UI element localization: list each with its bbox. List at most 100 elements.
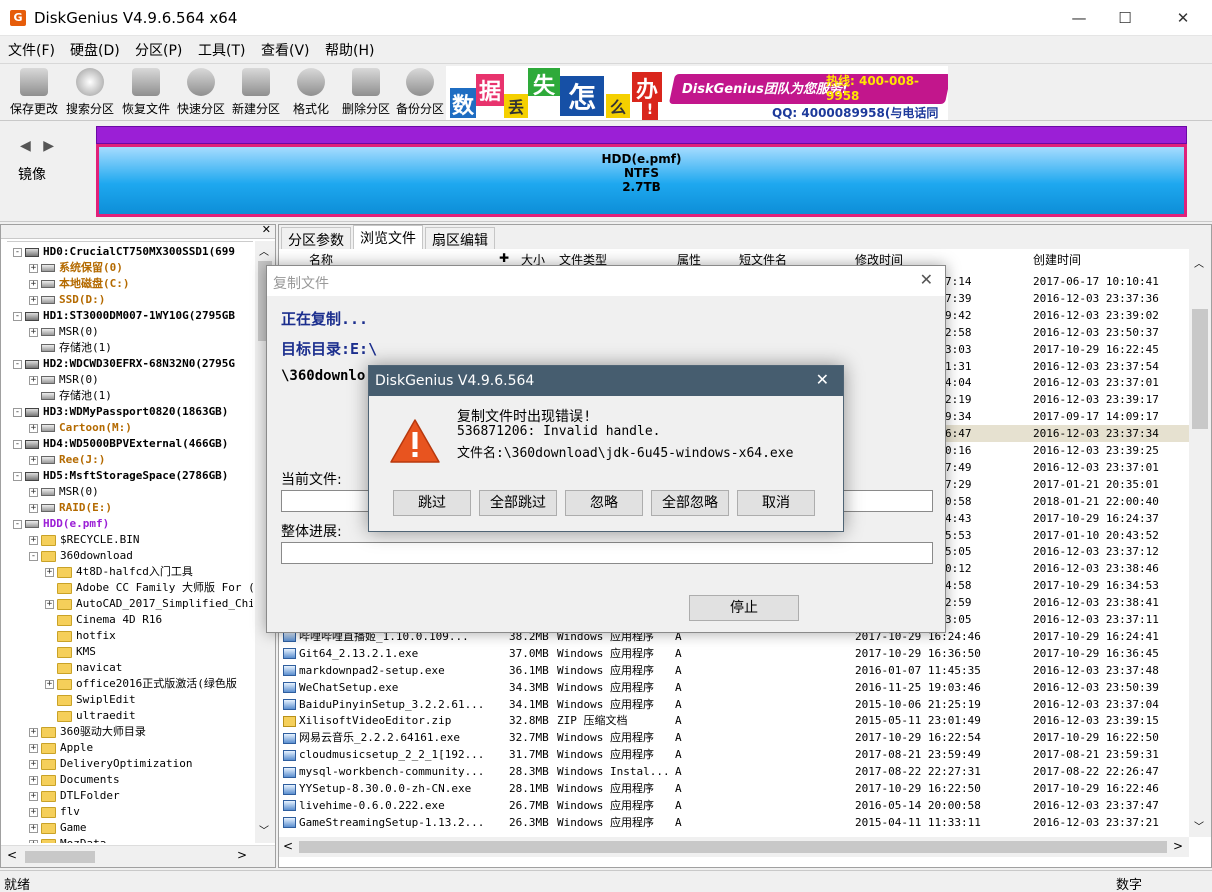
tree-item[interactable]: - 360download: [29, 548, 133, 564]
format-button[interactable]: 格式化: [283, 66, 339, 118]
menu-view[interactable]: 查看(V): [261, 40, 310, 60]
tree-item[interactable]: + AutoCAD_2017_Simplified_Chir: [45, 596, 253, 612]
skip-button[interactable]: 跳过: [393, 490, 471, 516]
partition-block[interactable]: HDD(e.pmf) NTFS 2.7TB: [96, 144, 1187, 217]
file-row[interactable]: BaiduPinyinSetup_3.2.2.61... 34.1MB Window…: [279, 696, 1189, 713]
menu-tools[interactable]: 工具(T): [198, 40, 245, 60]
menu-file[interactable]: 文件(F): [8, 40, 55, 60]
save-changes-button[interactable]: 保存更改: [6, 66, 62, 118]
tree-horizontal-scrollbar[interactable]: < >: [1, 845, 275, 867]
quick-partition-button[interactable]: 快速分区: [173, 66, 229, 118]
chevron-left-icon[interactable]: <: [283, 839, 293, 853]
tree-item[interactable]: + 系统保留(0): [29, 260, 123, 276]
collapse-icon[interactable]: -: [29, 551, 38, 561]
expand-icon[interactable]: +: [45, 567, 54, 577]
expand-icon[interactable]: +: [29, 279, 38, 289]
file-list-scroll-thumb[interactable]: [1192, 309, 1208, 429]
tree-item[interactable]: + office2016正式版激活(绿色版: [45, 676, 237, 692]
tree-item[interactable]: + MSR(0): [29, 484, 99, 500]
tree-item[interactable]: - HD3:WDMyPassport0820(1863GB): [13, 404, 228, 420]
tab-sector-editor[interactable]: 扇区编辑: [425, 227, 495, 249]
file-row[interactable]: WeChatSetup.exe 34.3MB Windows 应用程序 A 2016-1…: [279, 679, 1189, 696]
new-partition-button[interactable]: 新建分区: [228, 66, 284, 118]
minimize-button[interactable]: —: [1056, 0, 1102, 36]
chevron-right-icon[interactable]: >: [237, 848, 247, 862]
column-created[interactable]: 创建时间: [1033, 251, 1081, 269]
maximize-button[interactable]: ☐: [1102, 0, 1148, 36]
file-row[interactable]: mysql-workbench-community... 28.3MB Window…: [279, 763, 1189, 780]
chevron-up-icon[interactable]: ︿: [259, 243, 269, 258]
file-list-hscroll-thumb[interactable]: [299, 841, 1167, 853]
menu-disk[interactable]: 硬盘(D): [70, 40, 120, 60]
chevron-up-icon[interactable]: ︿: [1194, 255, 1204, 270]
advertisement-banner[interactable]: 数 据 丢 失 怎 么 办 ! DiskGenius团队为您服务! 热线: 40…: [446, 66, 948, 120]
tree-item[interactable]: + SSD(D:): [29, 292, 105, 308]
tree-item[interactable]: +4t8D-halfcd入门工具: [45, 564, 193, 580]
close-window-button[interactable]: ✕: [1160, 0, 1206, 36]
expand-icon[interactable]: +: [29, 327, 38, 337]
tree-item[interactable]: + MSR(0): [29, 372, 99, 388]
tree-item[interactable]: + flv: [29, 804, 80, 820]
expand-icon[interactable]: +: [29, 743, 38, 753]
expand-icon[interactable]: +: [29, 839, 38, 843]
tree-item[interactable]: + DeliveryOptimization: [29, 756, 192, 772]
expand-icon[interactable]: +: [45, 679, 54, 689]
tree-item[interactable]: 存储池(1): [29, 340, 112, 356]
expand-icon[interactable]: +: [29, 503, 38, 513]
tree-item[interactable]: - HD4:WD5000BPVExternal(466GB): [13, 436, 228, 452]
stop-button[interactable]: 停止: [689, 595, 799, 621]
collapse-icon[interactable]: -: [13, 407, 22, 417]
collapse-icon[interactable]: -: [13, 471, 22, 481]
file-list-horizontal-scrollbar[interactable]: < >: [279, 837, 1189, 857]
tree-item[interactable]: SwiplEdit: [45, 692, 136, 708]
tree-item[interactable]: + Cartoon(M:): [29, 420, 132, 436]
expand-icon[interactable]: +: [29, 487, 38, 497]
file-row[interactable]: markdownpad2-setup.exe 36.1MB Windows 应用程序…: [279, 662, 1189, 679]
expand-icon[interactable]: +: [29, 263, 38, 273]
tree-item[interactable]: + $RECYCLE.BIN: [29, 532, 139, 548]
recover-files-button[interactable]: 恢复文件: [118, 66, 174, 118]
expand-icon[interactable]: +: [29, 423, 38, 433]
tab-partition-params[interactable]: 分区参数: [281, 227, 351, 249]
file-list-vertical-scrollbar[interactable]: ︿ ﹀: [1189, 249, 1211, 837]
tree-item[interactable]: + MozData: [29, 836, 106, 843]
file-row[interactable]: Git64_2.13.2.1.exe 37.0MB Windows 应用程序 A 201…: [279, 645, 1189, 662]
collapse-icon[interactable]: -: [13, 359, 22, 369]
tree-item[interactable]: + Documents: [29, 772, 120, 788]
expand-icon[interactable]: +: [29, 791, 38, 801]
expand-icon[interactable]: +: [29, 775, 38, 785]
tree-item[interactable]: - HD5:MsftStorageSpace(2786GB): [13, 468, 228, 484]
expand-icon[interactable]: +: [29, 455, 38, 465]
tree-item[interactable]: 存储池(1): [29, 388, 112, 404]
expand-icon[interactable]: +: [29, 759, 38, 769]
collapse-icon[interactable]: -: [13, 519, 22, 529]
tree-item[interactable]: + Apple: [29, 740, 93, 756]
expand-icon[interactable]: +: [29, 823, 38, 833]
chevron-left-icon[interactable]: <: [7, 848, 17, 862]
disk-nav-arrows[interactable]: ◀ ▶: [20, 138, 58, 154]
tree-item[interactable]: + 本地磁盘(C:): [29, 276, 130, 292]
tree-item[interactable]: - HD0:CrucialCT750MX300SSD1(699: [13, 244, 235, 260]
expand-icon[interactable]: +: [45, 599, 54, 609]
file-row[interactable]: livehime-0.6.0.222.exe 26.7MB Windows 应用程序…: [279, 797, 1189, 814]
file-row[interactable]: 网易云音乐_2.2.2.64161.exe 32.7MB Windows 应用程序 A…: [279, 729, 1189, 746]
file-row[interactable]: XilisoftVideoEditor.zip 32.8MB ZIP 压缩文档 A 20…: [279, 712, 1189, 729]
tree-item[interactable]: + Game: [29, 820, 87, 836]
file-row[interactable]: cloudmusicsetup_2_2_1[192... 31.7MB Window…: [279, 746, 1189, 763]
chevron-down-icon[interactable]: ﹀: [1194, 818, 1204, 833]
tree-item[interactable]: +360驱动大师目录: [29, 724, 146, 740]
tree-item[interactable]: navicat: [45, 660, 122, 676]
expand-icon[interactable]: +: [29, 375, 38, 385]
chevron-right-icon[interactable]: >: [1173, 839, 1183, 853]
tree-item[interactable]: ultraedit: [45, 708, 136, 724]
tree-item[interactable]: + RAID(E:): [29, 500, 112, 516]
expand-icon[interactable]: +: [29, 807, 38, 817]
chevron-down-icon[interactable]: ﹀: [259, 822, 269, 837]
tree-item[interactable]: + Ree(J:): [29, 452, 105, 468]
tree-item[interactable]: Cinema 4D R16: [45, 612, 162, 628]
cancel-button[interactable]: 取消: [737, 490, 815, 516]
tree-item[interactable]: Adobe CC Family 大师版 For (: [45, 580, 253, 596]
tree-item[interactable]: + MSR(0): [29, 324, 99, 340]
delete-partition-button[interactable]: 删除分区: [338, 66, 394, 118]
file-row[interactable]: GameStreamingSetup-1.13.2... 26.3MB Window…: [279, 814, 1189, 831]
